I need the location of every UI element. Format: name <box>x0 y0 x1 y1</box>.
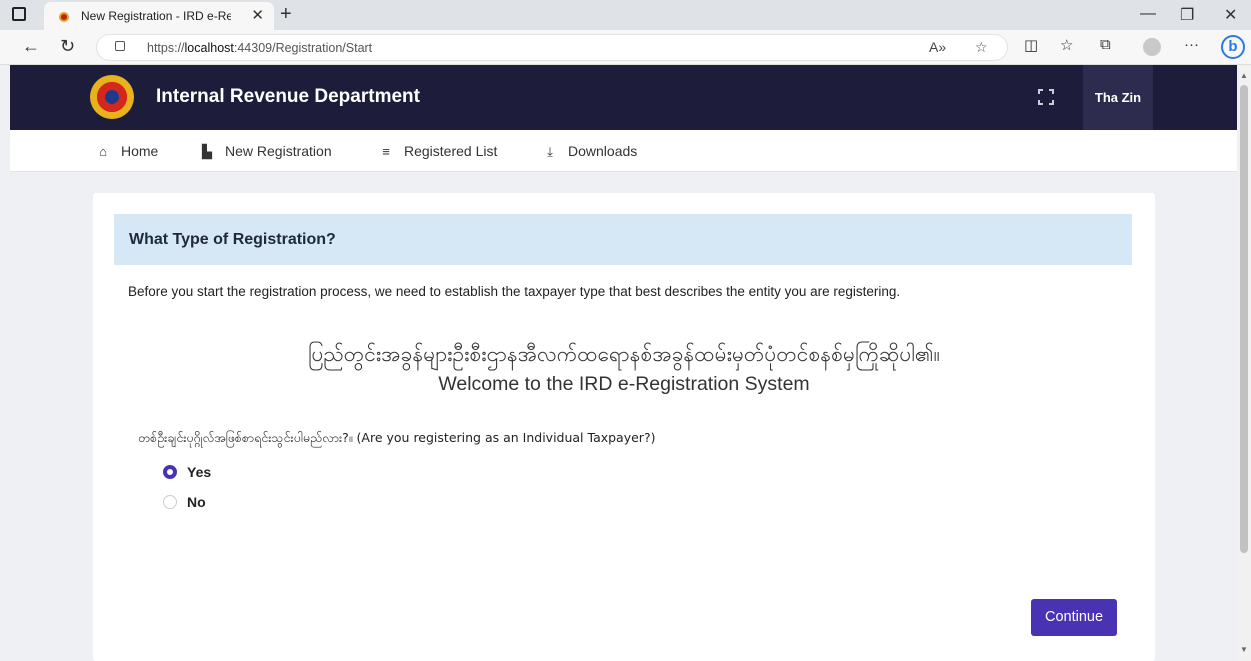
favorites-icon[interactable]: ☆ <box>1060 36 1073 54</box>
lock-icon <box>115 41 125 51</box>
collections-icon[interactable]: ⧉ <box>1100 36 1111 53</box>
tab-title: New Registration - IRD e-Registr <box>81 9 231 23</box>
radio-no[interactable] <box>163 495 177 509</box>
address-bar[interactable]: https://localhost:44309/Registration/Sta… <box>96 34 1008 61</box>
refresh-icon[interactable]: ↻ <box>60 36 75 57</box>
nav-item-label: New Registration <box>225 143 332 159</box>
download-icon: ⤓ <box>547 144 553 159</box>
card-title: What Type of Registration? <box>129 231 336 248</box>
nav-item-registered-list[interactable]: ≡ Registered List <box>378 130 497 172</box>
site-favicon-icon <box>59 12 69 22</box>
profile-avatar[interactable] <box>1143 38 1161 56</box>
home-icon: ⌂ <box>99 144 107 159</box>
bing-copilot-icon[interactable]: b <box>1221 35 1245 59</box>
fullscreen-icon[interactable] <box>1038 89 1054 105</box>
welcome-heading: Welcome to the IRD e-Registration System <box>438 373 810 395</box>
new-tab-icon[interactable]: + <box>280 3 292 26</box>
scroll-thumb[interactable] <box>1240 85 1248 553</box>
radio-yes[interactable] <box>163 465 177 479</box>
intro-text: Before you start the registration proces… <box>128 284 901 299</box>
radio-label-yes: Yes <box>187 464 212 480</box>
nav-item-downloads[interactable]: ⤓ Downloads <box>542 130 637 172</box>
radio-label-no: No <box>187 494 206 510</box>
close-window-icon[interactable]: ✕ <box>1224 5 1237 25</box>
document-icon: ▙ <box>202 144 212 159</box>
card-header: What Type of Registration? <box>114 214 1132 265</box>
close-tab-icon[interactable]: ✕ <box>251 6 264 24</box>
minimize-icon[interactable]: — <box>1140 5 1156 23</box>
browser-tab-bar: New Registration - IRD e-Registr ✕ + — ❐… <box>0 0 1251 30</box>
list-icon: ≡ <box>382 144 390 159</box>
app-title: Internal Revenue Department <box>156 86 420 107</box>
tab-actions-icon[interactable] <box>12 7 26 21</box>
more-options-icon[interactable]: ··· <box>1184 36 1199 53</box>
nav-item-home[interactable]: ⌂ Home <box>95 130 158 172</box>
scroll-down-icon[interactable]: ▼ <box>1240 645 1248 654</box>
main-nav: ⌂ Home ▙ New Registration ≡ Registered List… <box>10 130 1237 172</box>
browser-toolbar: ← ↻ https://localhost:44309/Registration… <box>0 30 1251 65</box>
url-text: https://localhost:44309/Registration/Sta… <box>147 41 373 55</box>
scroll-up-icon[interactable]: ▲ <box>1240 71 1248 80</box>
restore-icon[interactable]: ❐ <box>1180 5 1194 25</box>
nav-item-label: Registered List <box>404 143 498 159</box>
nav-item-new-registration[interactable]: ▙ New Registration <box>199 130 332 172</box>
scrollbar[interactable]: ▲ ▼ <box>1237 65 1251 661</box>
user-menu[interactable]: Tha Zin <box>1083 65 1153 130</box>
page-viewport: Internal Revenue Department Tha Zin ⌂ Hom… <box>0 65 1251 661</box>
continue-button[interactable]: Continue <box>1031 599 1117 636</box>
ird-logo <box>90 75 134 119</box>
individual-taxpayer-question: တစ်ဦးချင်းပုဂ္ဂိုလ်အဖြစ်စာရင်းသွင်းပါမည်… <box>138 430 656 445</box>
nav-item-label: Downloads <box>568 143 638 159</box>
registration-card: What Type of Registration? Before you st… <box>93 193 1155 661</box>
myanmar-welcome-text: ပြည်တွင်းအခွန်များဦးစီးဌာနအီလက်ထရောနစ်အခ… <box>308 342 940 366</box>
back-icon[interactable]: ← <box>22 36 40 57</box>
favorite-star-icon[interactable]: ☆ <box>975 39 988 56</box>
app-header: Internal Revenue Department Tha Zin <box>10 65 1237 130</box>
page: Internal Revenue Department Tha Zin ⌂ Hom… <box>10 65 1237 661</box>
read-aloud-icon[interactable]: A» <box>929 39 946 55</box>
browser-tab[interactable]: New Registration - IRD e-Registr ✕ <box>44 2 274 30</box>
nav-item-label: Home <box>121 143 159 159</box>
split-screen-icon[interactable]: ◫ <box>1024 36 1038 54</box>
